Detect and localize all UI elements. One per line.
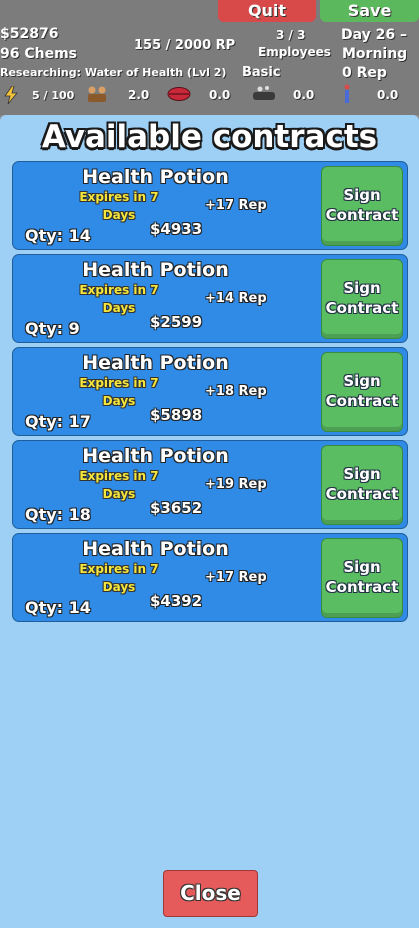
sign-label: Sign — [343, 465, 381, 483]
lips-icon — [167, 87, 191, 101]
contract-rep: +18 Rep — [205, 384, 267, 399]
stat-value-5: 0.0 — [377, 88, 399, 102]
contract-price: $2599 — [150, 313, 203, 331]
contract-price: $4392 — [150, 592, 203, 610]
contract-rep: +14 Rep — [205, 291, 267, 306]
quit-button[interactable]: Quit — [218, 0, 316, 22]
contract-rep: +17 Rep — [205, 570, 267, 585]
contract-label: Contract — [325, 206, 399, 224]
sign-label: Sign — [343, 372, 381, 390]
contract-label: Contract — [325, 299, 399, 317]
stat-value-4: 0.0 — [293, 88, 315, 102]
status-bar: Quit Save $52876 96 Chems 155 / 2000 RP … — [0, 0, 419, 115]
contract-qty: Qty: 9 — [25, 319, 80, 338]
cauldron-icon — [253, 86, 275, 100]
contract-name: Health Potion — [82, 445, 229, 467]
sign-contract-button[interactable]: Sign Contract — [321, 352, 403, 432]
contract-label: Contract — [325, 392, 399, 410]
researching-label: Researching: Water of Health (Lvl 2) — [0, 66, 227, 79]
contract-price: $5898 — [150, 406, 203, 424]
sign-label: Sign — [343, 279, 381, 297]
contract-name: Health Potion — [82, 259, 229, 281]
contract-name: Health Potion — [82, 352, 229, 374]
sign-contract-button[interactable]: Sign Contract — [321, 445, 403, 525]
expires-text: Expires in 7 — [79, 376, 159, 390]
expires-text: Expires in 7 — [79, 283, 159, 297]
panel-title: Available contracts — [41, 119, 378, 155]
lightning-icon — [4, 86, 18, 104]
chems-label: 96 Chems — [0, 46, 78, 62]
contract-expiry: Expires in 7 Days — [69, 467, 169, 503]
sign-contract-button[interactable]: Sign Contract — [321, 538, 403, 618]
contract-qty: Qty: 14 — [25, 598, 91, 617]
sign-contract-button[interactable]: Sign Contract — [321, 259, 403, 339]
contract-card: Health Potion Expires in 7 Days +14 Rep … — [12, 254, 408, 343]
time-of-day-label: Morning — [342, 46, 408, 62]
workers-icon — [88, 86, 106, 102]
close-button[interactable]: Close — [163, 870, 258, 917]
employees-count: 3 / 3 — [276, 28, 306, 42]
employees-label: Employees — [258, 45, 331, 59]
rp-label: 155 / 2000 RP — [134, 38, 236, 53]
save-button[interactable]: Save — [320, 0, 419, 22]
contract-expiry: Expires in 7 Days — [69, 374, 169, 410]
contract-name: Health Potion — [82, 538, 229, 560]
contract-card: Health Potion Expires in 7 Days +17 Rep … — [12, 533, 408, 622]
day-label: Day 26 – — [341, 27, 407, 43]
stat-value-3: 0.0 — [209, 88, 231, 102]
contract-rep: +17 Rep — [205, 198, 267, 213]
contract-label: Contract — [325, 578, 399, 596]
contract-label: Contract — [325, 485, 399, 503]
expires-text: Expires in 7 — [79, 190, 159, 204]
money-label: $52876 — [0, 26, 59, 42]
rep-label: 0 Rep — [342, 65, 387, 81]
stat-value-2: 2.0 — [128, 88, 150, 102]
sign-label: Sign — [343, 186, 381, 204]
tier-label: Basic — [242, 65, 281, 80]
contract-card: Health Potion Expires in 7 Days +19 Rep … — [12, 440, 408, 529]
contract-card: Health Potion Expires in 7 Days +17 Rep … — [12, 161, 408, 250]
contract-qty: Qty: 17 — [25, 412, 91, 431]
sign-contract-button[interactable]: Sign Contract — [321, 166, 403, 246]
sign-label: Sign — [343, 558, 381, 576]
expires-text: Expires in 7 — [79, 562, 159, 576]
contract-name: Health Potion — [82, 166, 229, 188]
contract-expiry: Expires in 7 Days — [69, 281, 169, 317]
contract-qty: Qty: 18 — [25, 505, 91, 524]
contracts-panel: Available contracts Health Potion Expire… — [0, 115, 419, 928]
contract-card: Health Potion Expires in 7 Days +18 Rep … — [12, 347, 408, 436]
contract-rep: +19 Rep — [205, 477, 267, 492]
contract-price: $3652 — [150, 499, 203, 517]
person-icon — [344, 84, 350, 103]
contract-qty: Qty: 14 — [25, 226, 91, 245]
energy-value: 5 / 100 — [32, 89, 75, 102]
contract-price: $4933 — [150, 220, 203, 238]
expires-text: Expires in 7 — [79, 469, 159, 483]
contract-expiry: Expires in 7 Days — [69, 188, 169, 224]
contract-expiry: Expires in 7 Days — [69, 560, 169, 596]
